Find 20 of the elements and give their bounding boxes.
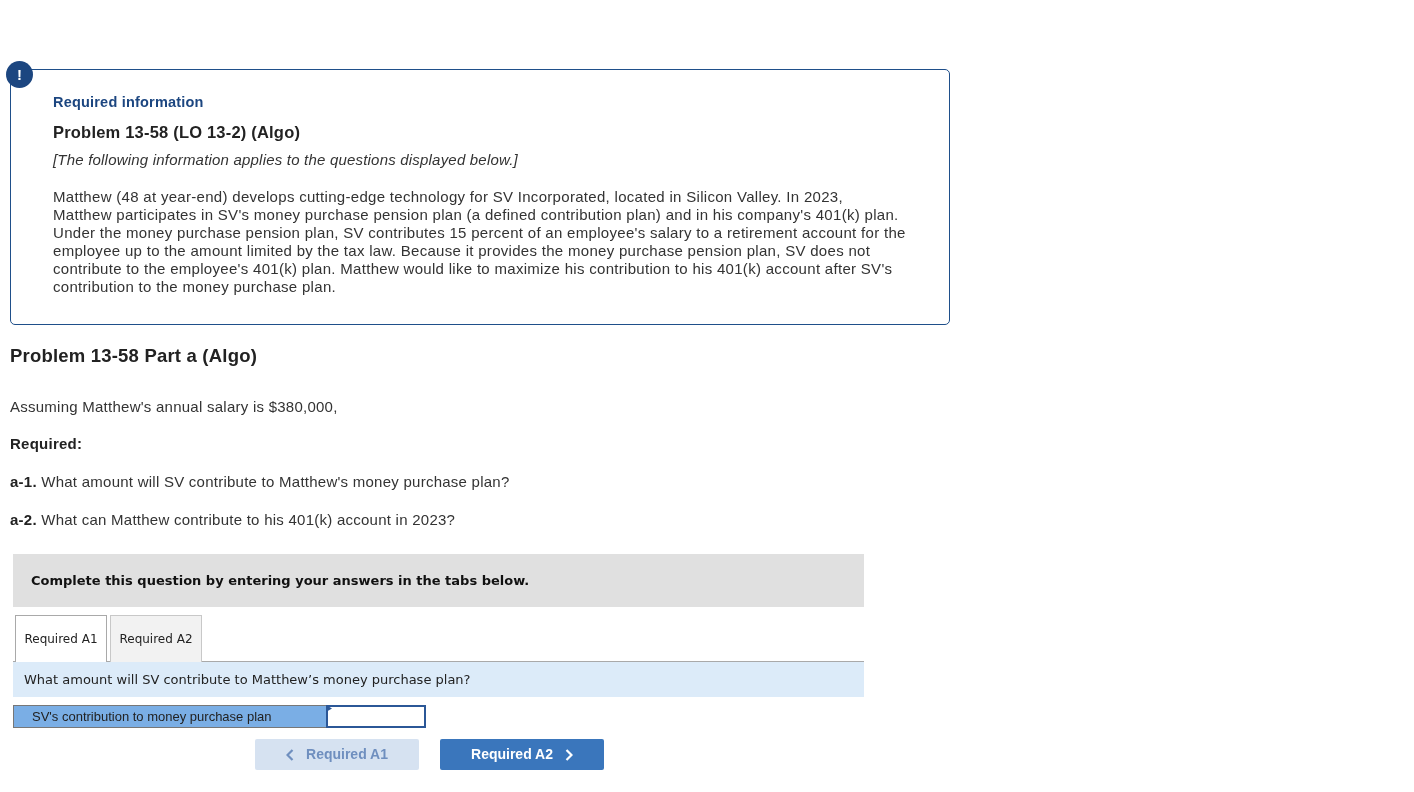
- chevron-left-icon: [286, 748, 294, 761]
- info-label: Required information: [53, 93, 205, 111]
- corner-flag-icon: [326, 705, 332, 712]
- problem-title: Problem 13-58 (LO 13-2) (Algo): [53, 122, 302, 142]
- salary-sentence: Assuming Matthew's annual salary is $380,000,: [10, 397, 339, 417]
- next-button[interactable]: Required A2: [440, 739, 604, 770]
- part-heading: Problem 13-58 Part a (Algo): [10, 345, 258, 367]
- chevron-right-icon: [564, 748, 573, 761]
- answer-field[interactable]: [326, 705, 426, 728]
- tab[interactable]: Required A1: [15, 615, 107, 662]
- question-text: a-2. What can Matthew contribute to his 401(k) account in 2023?: [10, 510, 457, 530]
- info-note: [The following information applies to the questions displayed below.]: [53, 150, 519, 170]
- alert-icon: !: [6, 61, 33, 88]
- question-text: a-1. What amount will SV contribute to Matthew's money purchase plan?: [10, 472, 511, 492]
- tab[interactable]: Required A2: [110, 615, 202, 662]
- question-banner: What amount will SV contribute to Matthew’s money purchase plan?: [13, 662, 864, 697]
- required-label: Required:: [10, 434, 84, 454]
- instructions-banner: Complete this question by entering your answers in the tabs below.: [13, 554, 864, 607]
- problem-paragraph: Matthew (48 at year-end) develops cutting-edge technology for SV Incorporated, located in Silicon Valley. In 2023, Matthew participates in SV's money purchase pension plan (a defined contribution plan) and in his company's 401(k) plan. Under the money purchase pension plan, SV contributes 15 percent of an employee's salary to a retirement account for the employee up to the amount limited by the tax law. Because it provides the money purchase pension plan, SV does not contribute to the employee's 401(k) plan. Matthew would like to maximize his contribution to his 401(k) account after SV's contribution to the money purchase plan.: [53, 188, 906, 296]
- answer-label: SV's contribution to money purchase plan: [13, 705, 326, 728]
